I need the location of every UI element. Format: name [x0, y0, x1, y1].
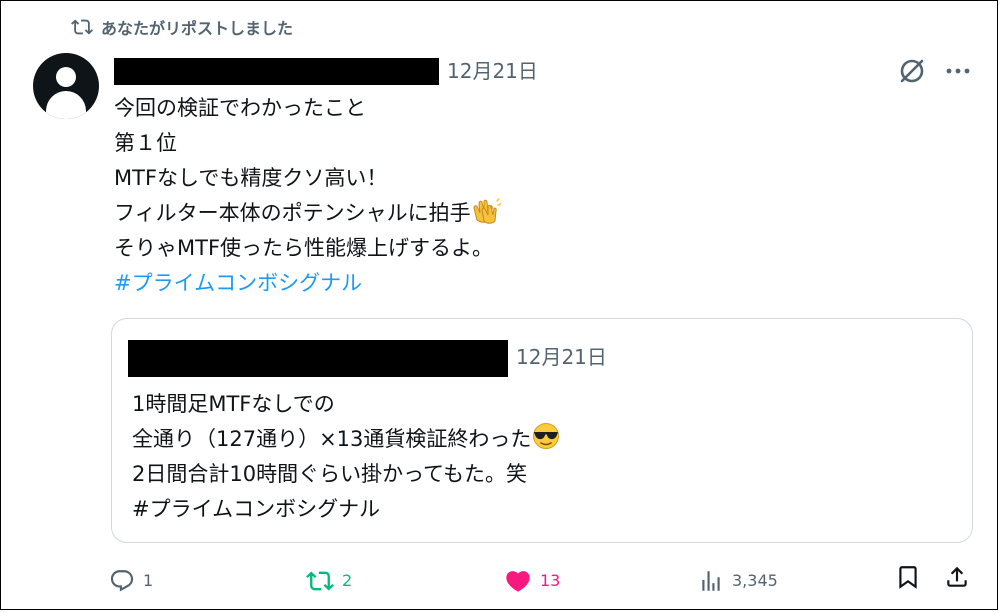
avatar-head — [56, 67, 76, 87]
like-button[interactable]: 13 — [504, 563, 560, 599]
reply-count: 1 — [143, 571, 154, 590]
action-bar: 1 2 13 3,345 — [1, 563, 1000, 599]
grok-icon[interactable] — [897, 56, 927, 86]
post-line-text: フィルター本体のポテンシャルに拍手 — [114, 201, 471, 225]
bookmark-icon — [899, 566, 917, 589]
avatar-body — [46, 91, 86, 119]
views-button[interactable]: 3,345 — [698, 563, 778, 599]
post-line: そりゃMTF使ったら性能爆上げするよ。 — [114, 236, 494, 260]
heart-icon — [506, 571, 530, 592]
repost-icon — [71, 19, 93, 35]
views-icon — [702, 571, 720, 591]
reply-icon — [110, 570, 134, 592]
quoted-line: 全通り（127通り）×13通貨検証終わった — [132, 422, 561, 457]
post-line: 第１位 — [114, 131, 177, 155]
post-date[interactable]: 12月21日 — [447, 58, 538, 85]
quoted-post-date[interactable]: 12月21日 — [516, 344, 607, 371]
reply-button[interactable]: 1 — [109, 563, 153, 599]
repost-banner-text: あなたがリポストしました — [101, 19, 294, 38]
clapping-hands-emoji — [473, 198, 501, 224]
more-options-icon[interactable] — [943, 59, 973, 83]
views-count: 3,345 — [732, 571, 778, 590]
repost-button[interactable]: 2 — [306, 563, 352, 599]
redacted-quoted-username — [128, 340, 508, 377]
quoted-line: 1時間足MTFなしでの — [132, 392, 335, 416]
quoted-post-text: 1時間足MTFなしでの 全通り（127通り）×13通貨検証終わった 2日間合計1… — [132, 387, 561, 527]
redacted-username[interactable] — [114, 58, 439, 85]
tweet-card: あなたがリポストしました 12月21日 今回の検証でわかったこと 第１位 MTF… — [0, 0, 998, 610]
post-text: 今回の検証でわかったこと 第１位 MTFなしでも精度クソ高い！ フィルター本体の… — [114, 91, 501, 301]
quoted-line: 2日間合計10時間ぐらい掛かってもた。笑 — [132, 462, 527, 486]
share-icon — [947, 566, 967, 587]
repost-count: 2 — [342, 571, 353, 590]
quoted-line: #プライムコンボシグナル — [132, 497, 381, 521]
post-line: フィルター本体のポテンシャルに拍手 — [114, 196, 501, 231]
quoted-post[interactable]: 12月21日 1時間足MTFなしでの 全通り（127通り）×13通貨検証終わった… — [111, 318, 973, 543]
bookmark-button[interactable] — [895, 563, 921, 591]
repost-banner[interactable]: あなたがリポストしました — [71, 15, 293, 39]
like-count: 13 — [540, 571, 561, 590]
share-button[interactable] — [944, 563, 970, 591]
sunglasses-emoji — [533, 423, 560, 449]
quoted-line-text: 全通り（127通り）×13通貨検証終わった — [132, 427, 532, 451]
repost-icon — [306, 571, 334, 591]
avatar[interactable] — [33, 53, 99, 119]
hashtag-link[interactable]: #プライムコンボシグナル — [114, 266, 501, 301]
post-line: 今回の検証でわかったこと — [114, 96, 366, 120]
post-line: MTFなしでも精度クソ高い！ — [114, 166, 388, 190]
